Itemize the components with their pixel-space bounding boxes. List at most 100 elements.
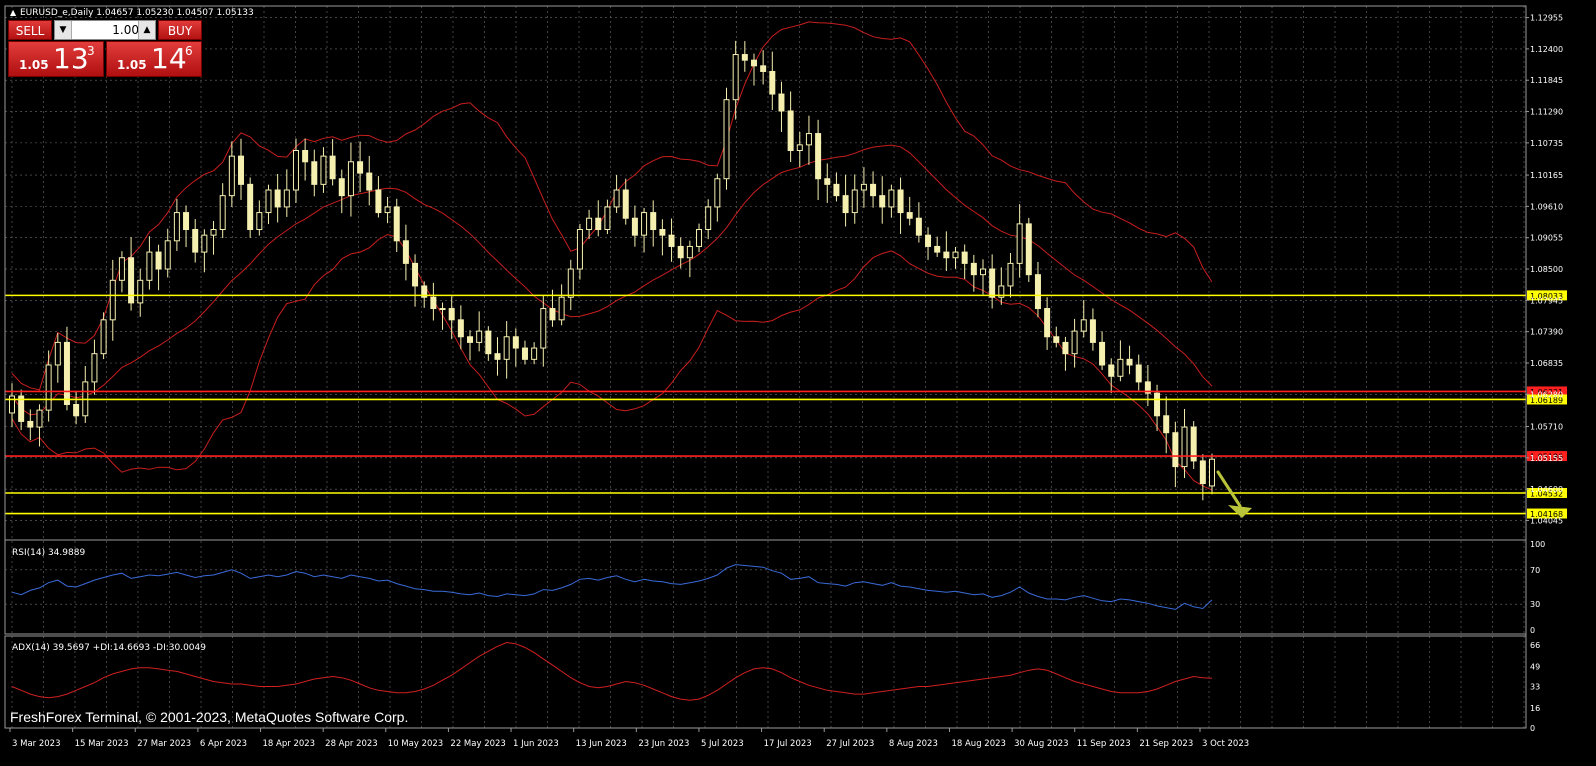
candle-body [815, 133, 822, 180]
pane-separators [4, 5, 1527, 729]
candle-body [1154, 392, 1161, 417]
price-tick-label: 1.06280 [1530, 390, 1563, 399]
lot-size-input[interactable] [73, 22, 143, 38]
time-tick-label: 11 Sep 2023 [1077, 739, 1131, 749]
candle-body [54, 341, 61, 366]
time-tick-label: 27 Mar 2023 [137, 739, 191, 749]
rsi-tick-label: 30 [1530, 600, 1540, 609]
candle-body [183, 212, 190, 231]
candle-body [1181, 426, 1188, 468]
lot-increase-icon[interactable]: ▲ [138, 21, 155, 39]
candle-body [503, 336, 510, 360]
candle-body [302, 149, 309, 163]
candle-body [512, 336, 519, 349]
time-tick-label: 28 Apr 2023 [325, 739, 378, 749]
candle-body [1034, 274, 1041, 310]
candle-body [1209, 458, 1215, 487]
pane-frame [4, 5, 1527, 541]
candle-body [164, 240, 171, 270]
candle-body [238, 155, 245, 185]
symbol-info: EURUSD_e,Daily 1.04657 1.05230 1.04507 1… [20, 8, 254, 18]
candle-body [851, 189, 858, 214]
rsi-tick-label: 100 [1530, 540, 1545, 549]
candle-body [796, 144, 803, 151]
candle-body [201, 234, 208, 253]
time-tick-label: 17 Jul 2023 [764, 739, 812, 749]
candle-body [879, 195, 886, 208]
candle-body [805, 133, 812, 146]
candle-body [1016, 223, 1023, 264]
lot-size-stepper[interactable]: ▼ ▲ [54, 20, 156, 40]
candle-body [595, 217, 602, 231]
adx-tick-label: 16 [1530, 704, 1540, 713]
candle-body [137, 279, 144, 304]
rsi-line [11, 564, 1213, 610]
candle-body [439, 308, 446, 311]
horizontal-levels[interactable]: 1.080331.063311.061891.051861.045321.041… [5, 290, 1567, 519]
candle-body [320, 155, 327, 185]
bb-upper-line [11, 21, 1213, 391]
price-axis: 1.12955 1.12400 1.11845 1.11290 1.10735 1.101… [1525, 6, 1563, 728]
time-tick-label: 23 Jun 2023 [638, 739, 689, 749]
candle-body [870, 183, 877, 197]
candle-body [63, 341, 70, 405]
candle-body [613, 189, 620, 208]
candle-body [1126, 358, 1133, 366]
candle-body [677, 245, 684, 259]
price-tick-label: 1.10735 [1530, 139, 1563, 148]
price-tick-label: 1.10165 [1530, 171, 1563, 180]
candle-body [705, 206, 712, 231]
sell-button[interactable]: SELL [8, 20, 52, 40]
candle-body [485, 330, 492, 355]
buy-button[interactable]: BUY [158, 20, 202, 40]
candle-body [1053, 336, 1060, 343]
price-tick-label: 1.12955 [1530, 14, 1563, 23]
adx-tick-label: 49 [1530, 662, 1540, 671]
candle-body [393, 206, 400, 242]
ask-quote[interactable]: 1.05 14 6 [106, 41, 202, 77]
terminal-watermark: FreshForex Terminal, © 2001-2023, MetaQu… [10, 709, 408, 725]
candle-body [1199, 460, 1206, 485]
grid [5, 6, 1526, 728]
chart-canvas[interactable]: 1.080331.063311.061891.051861.045321.041… [0, 0, 1596, 766]
candle-body [1172, 432, 1179, 468]
bid-quote[interactable]: 1.05 13 3 [8, 41, 104, 77]
bid-fraction: 3 [87, 44, 95, 58]
candle-body [311, 161, 318, 185]
candle-body [1044, 308, 1051, 338]
pane-frame [4, 539, 1527, 635]
lot-decrease-icon[interactable]: ▼ [55, 21, 72, 39]
price-tick-label: 1.04600 [1530, 485, 1563, 494]
ask-pips: 14 [151, 42, 187, 75]
ask-fraction: 6 [185, 44, 193, 58]
candle-body [100, 319, 107, 355]
candle-body [45, 364, 52, 411]
candle-body [650, 212, 657, 231]
candle-body [668, 234, 675, 247]
candle-body [494, 353, 501, 360]
candle-body [778, 93, 785, 112]
candle-body [842, 195, 849, 214]
candle-body [109, 279, 116, 321]
candle-body [952, 251, 959, 259]
candle-body [622, 189, 629, 219]
candle-body [91, 353, 98, 383]
candle-body [9, 395, 15, 414]
collapse-triangle-icon[interactable]: ▲ [10, 8, 17, 17]
candle-body [631, 217, 638, 236]
candle-body [558, 296, 565, 321]
candle-body [915, 217, 922, 236]
candle-body [824, 178, 831, 185]
time-tick-label: 27 Jul 2023 [826, 739, 874, 749]
candle-body [1062, 341, 1069, 355]
time-tick-label: 13 Jun 2023 [576, 739, 627, 749]
time-tick-label: 6 Apr 2023 [200, 739, 247, 749]
one-click-trading-panel: SELL ▼ ▲ BUY 1.05 13 3 1.05 14 6 [8, 20, 202, 77]
candle-body [146, 251, 153, 281]
candle-body [540, 308, 547, 349]
candle-body [448, 308, 455, 321]
adx-label: ADX(14) 39.5697 +DI:14.6693 -DI:30.0049 [12, 643, 206, 653]
candle-body [192, 229, 199, 253]
candle-body [1080, 319, 1087, 332]
rsi-tick-label: 70 [1530, 566, 1540, 575]
